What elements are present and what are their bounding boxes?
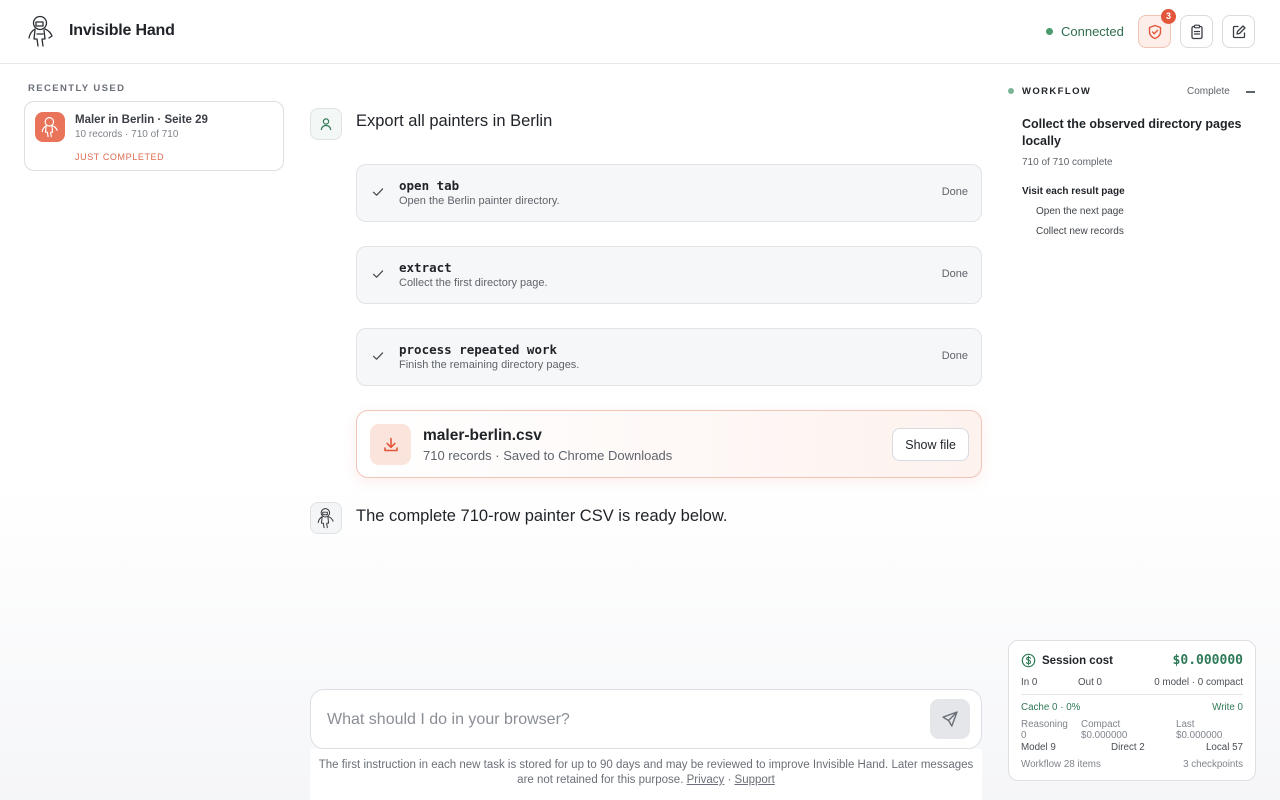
- step-description: Open the Berlin painter directory.: [399, 195, 560, 207]
- check-icon: [372, 352, 384, 360]
- check-icon: [372, 188, 384, 196]
- footnote-text: The first instruction in each new task i…: [318, 759, 974, 786]
- check-icon: [372, 270, 384, 278]
- reasoning-value: 0: [1021, 730, 1027, 741]
- reasoning-label: Reasoning: [1021, 719, 1068, 730]
- step-state: Done: [941, 350, 968, 362]
- support-link[interactable]: Support: [735, 774, 775, 786]
- clipboard-icon: [1190, 24, 1203, 39]
- user-avatar: [310, 108, 342, 140]
- step-title: extract: [399, 260, 452, 275]
- privacy-link[interactable]: Privacy: [687, 774, 725, 786]
- recent-task-status: JUST COMPLETED: [75, 152, 165, 162]
- recent-task-thumbnail: [35, 112, 65, 142]
- divider: [1021, 694, 1243, 695]
- app-header: Invisible Hand Connected 3: [0, 0, 1280, 64]
- assistant-message: The complete 710-row painter CSV is read…: [356, 507, 728, 525]
- compact-value: $0.000000: [1081, 730, 1128, 741]
- footnote-separator: ·: [724, 774, 735, 786]
- model-compact-count: 0 model · 0 compact: [1154, 677, 1243, 688]
- workflow-items: Workflow 28 items: [1021, 759, 1101, 770]
- astronaut-icon: [317, 508, 334, 529]
- workflow-substep: Open the next page: [1036, 206, 1124, 217]
- session-cost-panel: Session cost $0.000000 In 0 Out 0 0 mode…: [1008, 640, 1256, 781]
- write-stat: Write 0: [1212, 702, 1243, 713]
- last-value: $0.000000: [1176, 730, 1223, 741]
- shield-check-icon: [1148, 24, 1161, 39]
- step-state: Done: [941, 268, 968, 280]
- connection-status: Connected: [1046, 24, 1124, 39]
- workflow-title: WORKFLOW: [1022, 86, 1092, 97]
- recent-task-name: Maler in Berlin · Seite 29: [75, 114, 208, 126]
- download-file-card: maler-berlin.csv 710 records · Saved to …: [356, 410, 982, 478]
- collapse-icon[interactable]: [1246, 91, 1255, 93]
- brand[interactable]: Invisible Hand: [26, 14, 175, 48]
- step-description: Collect the first directory page.: [399, 277, 548, 289]
- recently-used-title: RECENTLY USED: [28, 83, 126, 94]
- direct-count: Direct 2: [1111, 742, 1145, 753]
- download-icon-container: [370, 424, 411, 465]
- user-icon: [320, 118, 332, 131]
- brand-name: Invisible Hand: [69, 22, 175, 39]
- step-card[interactable]: process repeated work Finish the remaini…: [356, 328, 982, 386]
- connection-label: Connected: [1061, 24, 1124, 39]
- step-title: open tab: [399, 178, 460, 193]
- last-label: Last: [1176, 719, 1195, 730]
- prompt-input[interactable]: [327, 709, 907, 731]
- send-icon: [942, 711, 958, 727]
- notification-badge: 3: [1161, 9, 1176, 24]
- dollar-icon: [1021, 653, 1036, 668]
- tokens-in: In 0: [1021, 677, 1038, 688]
- file-name: maler-berlin.csv: [423, 427, 542, 444]
- download-icon: [383, 437, 398, 451]
- step-card[interactable]: open tab Open the Berlin painter directo…: [356, 164, 982, 222]
- cache-stat: Cache 0 · 0%: [1021, 702, 1081, 713]
- step-card[interactable]: extract Collect the first directory page…: [356, 246, 982, 304]
- session-cost-title: Session cost: [1042, 655, 1113, 667]
- clipboard-button[interactable]: [1180, 15, 1213, 48]
- workflow-progress: 710 of 710 complete: [1022, 157, 1113, 168]
- recent-task-card[interactable]: Maler in Berlin · Seite 29 10 records · …: [24, 101, 284, 171]
- edit-icon: [1232, 24, 1246, 38]
- astronaut-logo-icon: [28, 15, 53, 47]
- checkpoints: 3 checkpoints: [1183, 759, 1243, 770]
- assistant-avatar: [310, 502, 342, 534]
- step-title: process repeated work: [399, 342, 558, 357]
- privacy-footnote: The first instruction in each new task i…: [310, 749, 982, 800]
- compact-label: Compact: [1081, 719, 1121, 730]
- astronaut-icon: [41, 117, 58, 138]
- step-state: Done: [941, 186, 968, 198]
- session-cost-total: $0.000000: [1172, 653, 1243, 668]
- user-message: Export all painters in Berlin: [356, 112, 553, 130]
- send-button[interactable]: [930, 699, 970, 739]
- security-button[interactable]: 3: [1138, 9, 1176, 48]
- file-subtitle: 710 records · Saved to Chrome Downloads: [423, 448, 673, 463]
- recent-task-subtitle: 10 records · 710 of 710: [75, 129, 179, 140]
- workflow-goal: Collect the observed directory pages loc…: [1022, 117, 1242, 148]
- status-dot-icon: [1046, 28, 1053, 35]
- show-file-button[interactable]: Show file: [892, 428, 969, 461]
- step-description: Finish the remaining directory pages.: [399, 359, 580, 371]
- workflow-substep: Collect new records: [1036, 226, 1124, 237]
- workflow-status-dot: [1008, 88, 1014, 94]
- model-count: Model 9: [1021, 742, 1056, 753]
- tokens-out: Out 0: [1078, 677, 1102, 688]
- workflow-step: Visit each result page: [1022, 186, 1125, 197]
- composer: [310, 689, 982, 749]
- new-task-button[interactable]: [1222, 15, 1255, 48]
- local-count: Local 57: [1205, 742, 1243, 753]
- workflow-status: Complete: [1187, 86, 1230, 97]
